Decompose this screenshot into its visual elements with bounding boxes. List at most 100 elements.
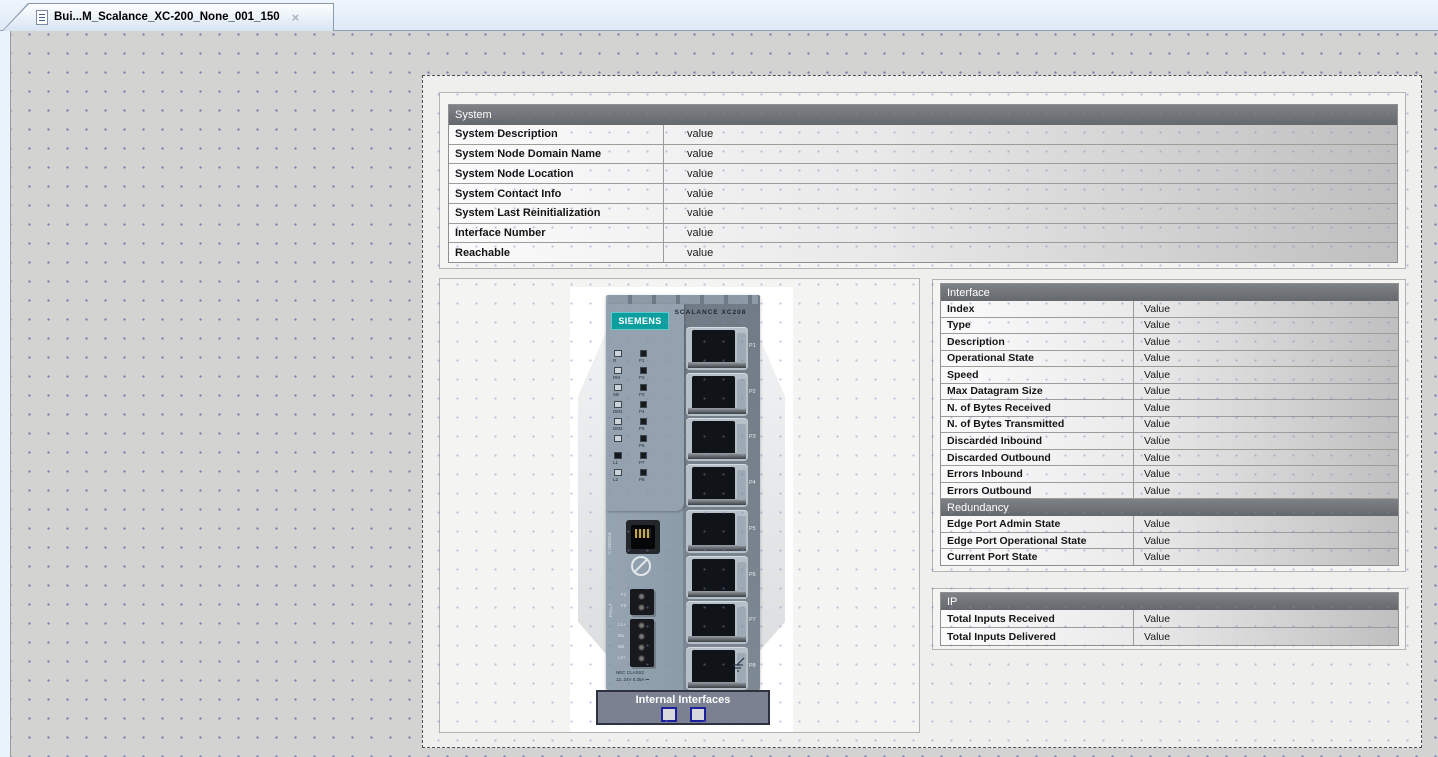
status-led <box>614 350 622 357</box>
row-label: N. of Bytes Transmitted <box>941 417 1134 433</box>
status-led-label: L1 <box>613 460 618 465</box>
table-row: System Node Locationvalue <box>449 164 1397 184</box>
table-row: System Descriptionvalue <box>449 125 1397 145</box>
row-value: value <box>664 164 713 183</box>
fault-pin <box>638 604 645 611</box>
port-led <box>640 452 647 459</box>
power-pin-label: M1 <box>618 633 624 638</box>
table-row: Max Datagram SizeValue <box>941 384 1398 401</box>
table-section-header: Interface <box>941 284 1398 301</box>
table-row: N. of Bytes TransmittedValue <box>941 417 1398 434</box>
rj45-port-latch <box>737 562 746 592</box>
photo-right-shadow <box>757 332 785 654</box>
rj45-port-hole <box>692 330 735 364</box>
rj45-port-hole <box>692 376 735 410</box>
document-icon <box>36 10 48 25</box>
port-led-label: P5 <box>639 426 645 431</box>
row-value: value <box>664 184 713 203</box>
editor-canvas[interactable]: SystemSystem DescriptionvalueSystem Node… <box>10 31 1438 757</box>
row-value: Value <box>1134 301 1170 317</box>
table-row: TypeValue <box>941 318 1398 335</box>
row-value: value <box>664 145 713 164</box>
photo-left-shadow <box>578 332 606 654</box>
console-port-pins <box>635 529 651 538</box>
row-label: Type <box>941 318 1134 334</box>
row-value: Value <box>1134 318 1170 334</box>
rj45-port-hole <box>692 421 735 455</box>
rj45-port-latch <box>737 470 746 500</box>
internal-interfaces-bar[interactable]: Internal Interfaces <box>596 690 770 725</box>
device-model-label: SCALANCE XC208 <box>666 309 755 316</box>
ip-panel[interactable]: IPTotal Inputs ReceivedValueTotal Inputs… <box>932 588 1406 650</box>
table-row: SpeedValue <box>941 367 1398 384</box>
row-label: Reachable <box>449 243 664 262</box>
close-icon[interactable]: × <box>292 11 300 24</box>
rj45-port <box>686 464 748 507</box>
internal-interface-port-2[interactable] <box>690 707 706 722</box>
device-panel[interactable]: SIEMENS RRMSBDM1DM2L1L2P1P2P3P4P5P6P7P8 … <box>439 278 920 733</box>
row-label: Discarded Inbound <box>941 433 1134 449</box>
table-row: Edge Port Admin StateValue <box>941 516 1398 533</box>
row-value: Value <box>1134 351 1170 367</box>
rating-line-2: 12..24V 0.35A ⎓ <box>616 677 649 683</box>
table-section-header: System <box>449 105 1397 125</box>
row-label: Total Inputs Received <box>941 610 1134 627</box>
internal-interfaces-label: Internal Interfaces <box>598 694 768 706</box>
port-led-label: P4 <box>639 409 645 414</box>
port-led <box>640 469 647 476</box>
table-row: Errors InboundValue <box>941 466 1398 483</box>
status-led <box>614 418 622 425</box>
table-section-header: Redundancy <box>941 499 1398 516</box>
rj45-port-label: P1 <box>749 343 756 349</box>
table-row: Errors OutboundValue <box>941 483 1398 500</box>
console-label: CONSOLE <box>607 520 612 554</box>
console-port <box>626 520 660 554</box>
internal-interface-port-1[interactable] <box>661 707 677 722</box>
ground-icon <box>732 657 748 673</box>
status-led-label: RM <box>613 375 620 380</box>
table-row: Reachablevalue <box>449 243 1397 262</box>
rj45-port-label: P7 <box>749 617 756 623</box>
rj45-port-pins <box>688 362 746 368</box>
row-label: Errors Outbound <box>941 483 1134 499</box>
document-tab[interactable]: Bui...M_Scalance_XC-200_None_001_150 × <box>2 3 334 31</box>
table-section-header: IP <box>941 593 1398 610</box>
row-value: Value <box>1134 533 1170 549</box>
row-value: Value <box>1134 466 1170 482</box>
table-row: Discarded InboundValue <box>941 433 1398 450</box>
power-pin-label: L1+ <box>618 622 626 627</box>
rj45-port-label: P2 <box>749 389 756 395</box>
fault-terminal <box>630 589 654 615</box>
row-value: Value <box>1134 610 1170 627</box>
row-label: System Last Reinitialization <box>449 204 664 223</box>
rj45-port <box>686 601 748 644</box>
system-panel[interactable]: SystemSystem DescriptionvalueSystem Node… <box>439 92 1406 269</box>
table-row: Total Inputs DeliveredValue <box>941 628 1398 645</box>
power-pin-label: M2 <box>618 644 624 649</box>
rj45-port-latch <box>737 607 746 637</box>
interface-panel[interactable]: InterfaceIndexValueTypeValueDescriptionV… <box>932 279 1406 572</box>
row-value: Value <box>1134 516 1170 532</box>
row-label: Edge Port Operational State <box>941 533 1134 549</box>
rj45-port-hole <box>692 604 735 638</box>
row-label: System Description <box>449 125 664 144</box>
row-label: Edge Port Admin State <box>941 516 1134 532</box>
power-pin <box>638 622 645 629</box>
status-led <box>614 384 622 391</box>
rj45-port-label: P6 <box>749 572 756 578</box>
rj45-port-latch <box>737 333 746 363</box>
status-led <box>614 452 622 459</box>
table-row: System Last Reinitializationvalue <box>449 204 1397 224</box>
rj45-port-hole <box>692 467 735 501</box>
port-led <box>640 367 647 374</box>
din-rail-notches <box>608 295 758 304</box>
port-led-label: P6 <box>639 443 645 448</box>
table-row: System Node Domain Namevalue <box>449 145 1397 165</box>
port-led-label: P7 <box>639 460 645 465</box>
power-pin <box>638 644 645 651</box>
faceplate-object[interactable]: SystemSystem DescriptionvalueSystem Node… <box>422 75 1422 748</box>
port-led-label: P2 <box>639 375 645 380</box>
row-label: System Node Domain Name <box>449 145 664 164</box>
status-led-label: DM2 <box>613 426 623 431</box>
rj45-port-hole <box>692 513 735 547</box>
